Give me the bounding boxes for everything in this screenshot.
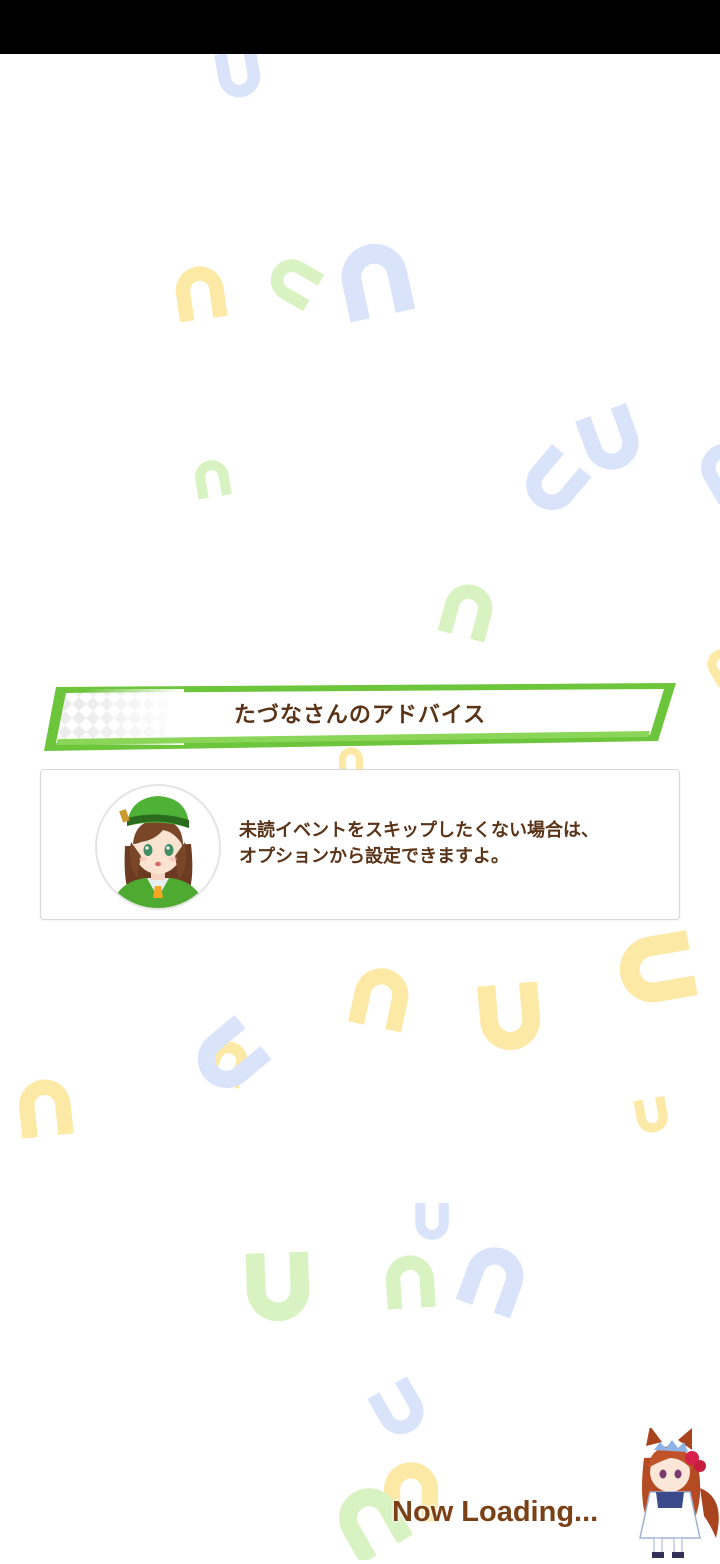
- advice-message: 未読イベントをスキップしたくない場合は、 オプションから設定できますよ。: [239, 818, 659, 870]
- advice-banner: たづなさんのアドバイス: [44, 683, 676, 753]
- advice-message-line-2: オプションから設定できますよ。: [239, 846, 509, 867]
- loading-text: Now Loading...: [392, 1496, 599, 1528]
- status-bar: [0, 0, 720, 54]
- tazuna-portrait-icon: [95, 784, 221, 910]
- chibi-horse-girl-icon: [630, 1426, 720, 1560]
- advice-title: たづなさんのアドバイス: [233, 703, 487, 728]
- advice-card: 未読イベントをスキップしたくない場合は、 オプションから設定できますよ。: [40, 769, 680, 920]
- advice-message-line-1: 未読イベントをスキップしたくない場合は、: [239, 820, 599, 841]
